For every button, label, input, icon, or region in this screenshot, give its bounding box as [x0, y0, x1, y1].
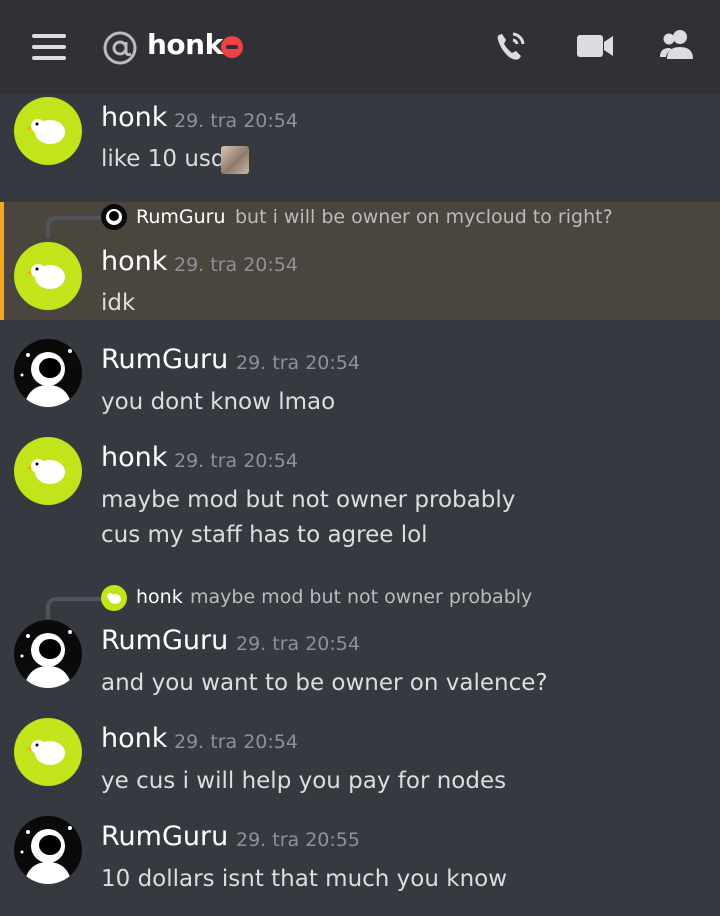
- message-text: you dont know lmao: [101, 389, 336, 415]
- mention-bar: [0, 202, 4, 320]
- username[interactable]: RumGuru: [101, 821, 228, 852]
- username[interactable]: honk: [101, 102, 167, 133]
- timestamp: 29. tra 20:55: [236, 829, 360, 851]
- username[interactable]: RumGuru: [101, 625, 228, 656]
- avatar[interactable]: [14, 339, 82, 407]
- menu-icon[interactable]: [32, 34, 66, 60]
- avatar[interactable]: [14, 620, 82, 688]
- avatar[interactable]: [14, 437, 82, 505]
- timestamp: 29. tra 20:54: [174, 450, 298, 472]
- cat-emoji-icon: [221, 146, 249, 174]
- at-icon: [103, 31, 137, 65]
- message-text: ye cus i will help you pay for nodes: [101, 768, 507, 794]
- goose-icon: [107, 593, 121, 604]
- username[interactable]: honk: [101, 723, 167, 754]
- goose-icon: [26, 459, 65, 484]
- top-bar: honk: [0, 0, 720, 94]
- astronaut-icon: [20, 349, 72, 407]
- reply-connector: [46, 597, 104, 619]
- username[interactable]: honk: [101, 246, 167, 277]
- channel-title: honk: [147, 28, 223, 61]
- members-icon[interactable]: [658, 26, 698, 66]
- timestamp: 29. tra 20:54: [174, 731, 298, 753]
- avatar[interactable]: [14, 816, 82, 884]
- dnd-status-icon: [221, 36, 243, 58]
- username[interactable]: RumGuru: [101, 344, 228, 375]
- goose-icon: [26, 119, 65, 144]
- goose-icon: [26, 740, 65, 765]
- reply-text[interactable]: maybe mod but not owner probably: [190, 586, 532, 608]
- voice-call-icon[interactable]: [491, 26, 531, 66]
- message-list: honk 29. tra 20:54 like 10 usd RumGuru b…: [0, 94, 720, 916]
- avatar[interactable]: [14, 718, 82, 786]
- astronaut-icon: [106, 209, 122, 225]
- message-text: 10 dollars isnt that much you know: [101, 866, 508, 892]
- reply-connector: [46, 216, 104, 238]
- reply-avatar: [101, 585, 127, 611]
- reply-avatar: [101, 204, 127, 230]
- avatar[interactable]: [14, 97, 82, 165]
- message-text: like 10 usd: [101, 146, 226, 172]
- goose-icon: [26, 264, 65, 289]
- reply-text[interactable]: but i will be owner on mycloud to right?: [235, 206, 613, 228]
- astronaut-icon: [20, 826, 72, 884]
- message-text: idk: [101, 290, 136, 316]
- reply-username[interactable]: honk: [136, 586, 183, 608]
- timestamp: 29. tra 20:54: [174, 254, 298, 276]
- avatar[interactable]: [14, 242, 82, 310]
- username[interactable]: honk: [101, 442, 167, 473]
- message-text: maybe mod but not owner probably: [101, 487, 516, 513]
- video-call-icon[interactable]: [575, 26, 615, 66]
- reply-username[interactable]: RumGuru: [136, 206, 226, 228]
- timestamp: 29. tra 20:54: [236, 633, 360, 655]
- timestamp: 29. tra 20:54: [174, 110, 298, 132]
- message-text: cus my staff has to agree lol: [101, 522, 428, 548]
- astronaut-icon: [20, 630, 72, 688]
- message-text: and you want to be owner on valence?: [101, 670, 548, 696]
- timestamp: 29. tra 20:54: [236, 352, 360, 374]
